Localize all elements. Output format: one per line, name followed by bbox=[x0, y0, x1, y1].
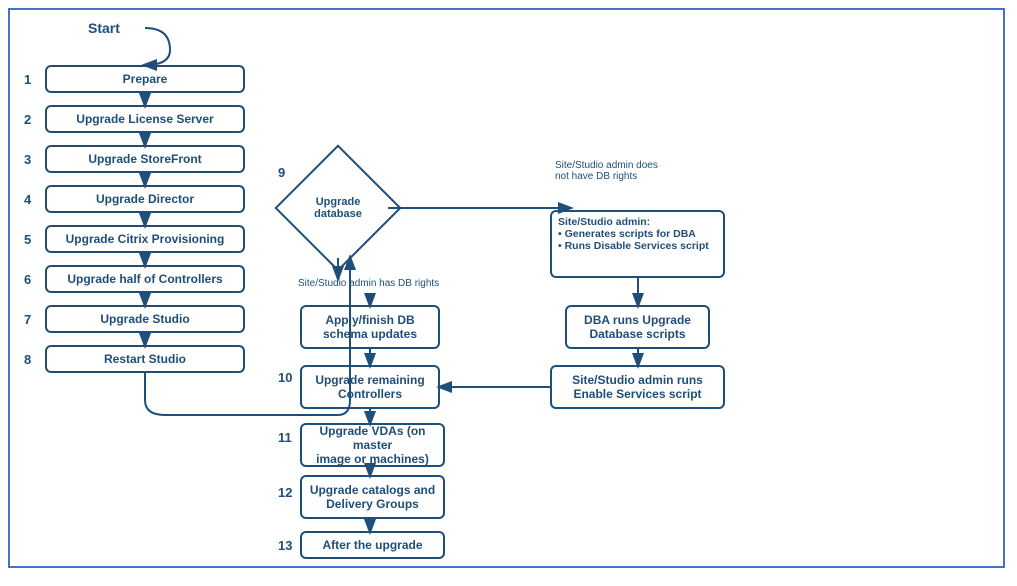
step-num-4: 4 bbox=[24, 192, 31, 207]
step-11-box: Upgrade VDAs (on masterimage or machines… bbox=[300, 423, 445, 467]
step-8-box: Restart Studio bbox=[45, 345, 245, 373]
step-num-5: 5 bbox=[24, 232, 31, 247]
step-3-box: Upgrade StoreFront bbox=[45, 145, 245, 173]
step-1-box: Prepare bbox=[45, 65, 245, 93]
step-7-box: Upgrade Studio bbox=[45, 305, 245, 333]
admin-scripts-box: Site/Studio admin:• Generates scripts fo… bbox=[550, 210, 725, 278]
apply-db-box: Apply/finish DBschema updates bbox=[300, 305, 440, 349]
step-num-1: 1 bbox=[24, 72, 31, 87]
step-9-diamond: Upgrade database bbox=[288, 158, 388, 258]
step-10-box: Upgrade remainingControllers bbox=[300, 365, 440, 409]
step-4-box: Upgrade Director bbox=[45, 185, 245, 213]
step-num-2: 2 bbox=[24, 112, 31, 127]
no-rights-label: Site/Studio admin doesnot have DB rights bbox=[555, 160, 685, 182]
has-rights-label: Site/Studio admin has DB rights bbox=[298, 278, 439, 289]
step-num-6: 6 bbox=[24, 272, 31, 287]
step-5-box: Upgrade Citrix Provisioning bbox=[45, 225, 245, 253]
step-num-8: 8 bbox=[24, 352, 31, 367]
step-num-13: 13 bbox=[278, 538, 292, 553]
step-num-3: 3 bbox=[24, 152, 31, 167]
dba-runs-box: DBA runs UpgradeDatabase scripts bbox=[565, 305, 710, 349]
enable-services-box: Site/Studio admin runsEnable Services sc… bbox=[550, 365, 725, 409]
step-12-box: Upgrade catalogs andDelivery Groups bbox=[300, 475, 445, 519]
step-6-box: Upgrade half of Controllers bbox=[45, 265, 245, 293]
step-num-9: 9 bbox=[278, 165, 285, 180]
step-num-7: 7 bbox=[24, 312, 31, 327]
step-13-box: After the upgrade bbox=[300, 531, 445, 559]
step-num-10: 10 bbox=[278, 370, 292, 385]
step-2-box: Upgrade License Server bbox=[45, 105, 245, 133]
start-label: Start bbox=[88, 20, 120, 36]
step-num-12: 12 bbox=[278, 485, 292, 500]
step-num-11: 11 bbox=[278, 430, 292, 445]
outer-border: Start 1 Prepare 2 Upgrade License Server… bbox=[8, 8, 1005, 568]
